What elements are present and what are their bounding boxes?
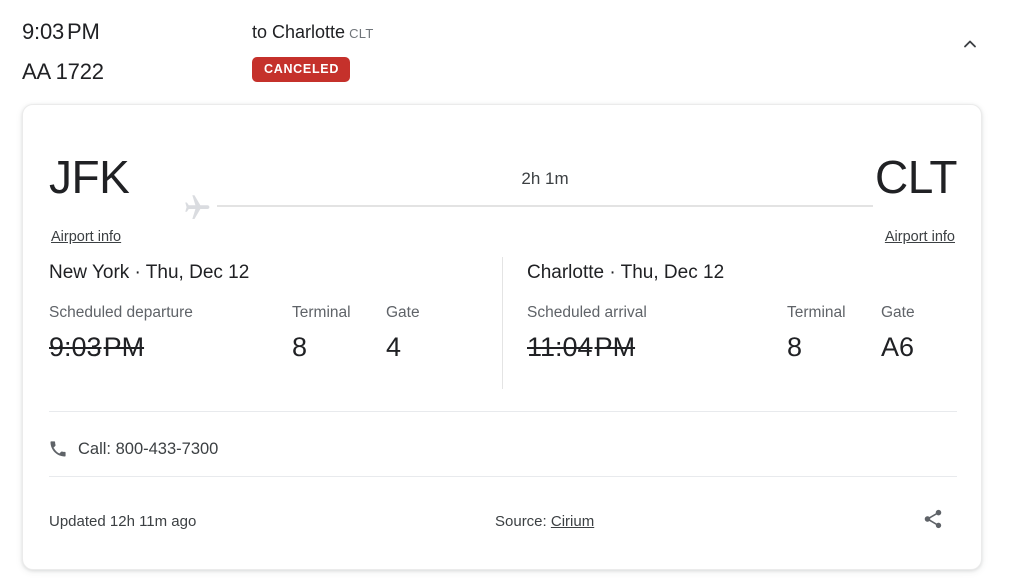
origin-airport-code: JFK bbox=[49, 151, 130, 203]
header-destination-city: to Charlotte bbox=[252, 22, 346, 42]
arrival-columns: Scheduled arrival 11:04PM Terminal 8 Gat… bbox=[527, 303, 967, 387]
header-flight-number: AA 1722 bbox=[22, 59, 104, 84]
header-departure-time-value: 9:03 bbox=[22, 19, 65, 44]
departure-gate-label: Gate bbox=[386, 304, 420, 321]
departure-columns: Scheduled departure 9:03PM Terminal 8 Ga… bbox=[49, 303, 499, 387]
arrival-terminal-column: Terminal 8 bbox=[787, 303, 846, 364]
route-connector-line bbox=[217, 205, 873, 207]
departure-city-date: New York · Thu, Dec 12 bbox=[49, 262, 250, 283]
arrival-time-label: Scheduled arrival bbox=[527, 304, 647, 321]
source-label: Source: bbox=[495, 513, 547, 530]
flight-duration: 2h 1m bbox=[521, 169, 569, 188]
destination-airport-code: CLT bbox=[875, 151, 958, 203]
share-button[interactable] bbox=[915, 503, 951, 539]
details-separator bbox=[49, 411, 957, 412]
card-footer: Updated 12h 11m ago Source: Cirium bbox=[23, 501, 983, 563]
footer-separator bbox=[49, 476, 957, 477]
departure-terminal-value: 8 bbox=[292, 332, 308, 362]
departure-time-column: Scheduled departure 9:03PM bbox=[49, 303, 193, 364]
flight-status-page: 9:03 PM AA 1722 to Charlotte CLT CANCELED … bbox=[0, 0, 1024, 579]
arrival-time-number: 11:04 bbox=[527, 332, 593, 362]
origin-airport-info-link[interactable]: Airport info bbox=[51, 229, 121, 245]
arrival-gate-column: Gate A6 bbox=[881, 303, 915, 364]
arrival-time-column: Scheduled arrival 11:04PM bbox=[527, 303, 647, 364]
flight-details-grid: New York · Thu, Dec 12 Scheduled departu… bbox=[23, 261, 983, 393]
phone-icon bbox=[49, 439, 69, 459]
collapse-toggle-button[interactable] bbox=[954, 30, 986, 62]
airplane-icon bbox=[181, 191, 213, 223]
departure-gate-column: Gate 4 bbox=[386, 303, 420, 364]
header-departure-time: 9:03 PM bbox=[22, 18, 104, 46]
share-icon bbox=[922, 508, 944, 535]
departure-gate-value: 4 bbox=[386, 332, 402, 362]
arrival-terminal-value: 8 bbox=[787, 332, 803, 362]
arrival-gate-value: A6 bbox=[881, 332, 915, 362]
header-departure-time-ampm: PM bbox=[67, 19, 100, 44]
header-flight-identity: 9:03 PM AA 1722 bbox=[22, 18, 104, 86]
arrival-time-ampm: PM bbox=[594, 332, 636, 362]
arrival-leg: Charlotte · Thu, Dec 12 Scheduled arriva… bbox=[527, 261, 967, 387]
data-source: Source: Cirium bbox=[495, 513, 594, 530]
departure-time-ampm: PM bbox=[103, 332, 145, 362]
arrival-time-value: 11:04PM bbox=[527, 330, 647, 364]
destination-airport-info-link[interactable]: Airport info bbox=[885, 229, 955, 245]
header-destination: to Charlotte CLT bbox=[252, 20, 374, 46]
departure-leg: New York · Thu, Dec 12 Scheduled departu… bbox=[49, 261, 499, 387]
status-badge: CANCELED bbox=[252, 57, 351, 82]
flight-detail-card: JFK CLT 2h 1m Airport info Airport info … bbox=[22, 104, 982, 570]
flight-summary-header[interactable]: 9:03 PM AA 1722 to Charlotte CLT CANCELED bbox=[0, 0, 1024, 96]
arrival-city-date: Charlotte · Thu, Dec 12 bbox=[527, 262, 725, 283]
route-row: JFK CLT 2h 1m Airport info Airport info bbox=[23, 133, 983, 245]
arrival-terminal-label: Terminal bbox=[787, 304, 846, 321]
legs-vertical-divider bbox=[502, 257, 503, 389]
departure-time-value: 9:03PM bbox=[49, 330, 193, 364]
departure-terminal-label: Terminal bbox=[292, 304, 351, 321]
last-updated-text: Updated 12h 11m ago bbox=[49, 513, 197, 530]
departure-time-label: Scheduled departure bbox=[49, 304, 193, 321]
header-destination-block: to Charlotte CLT CANCELED bbox=[252, 20, 374, 82]
departure-terminal-column: Terminal 8 bbox=[292, 303, 351, 364]
source-link[interactable]: Cirium bbox=[551, 513, 594, 530]
departure-time-number: 9:03 bbox=[49, 332, 102, 362]
chevron-up-icon bbox=[960, 34, 980, 59]
call-airline-row[interactable]: Call: 800-433-7300 bbox=[49, 430, 218, 468]
arrival-gate-label: Gate bbox=[881, 304, 915, 321]
header-destination-code: CLT bbox=[349, 26, 374, 41]
call-phone-number: Call: 800-433-7300 bbox=[78, 439, 219, 458]
